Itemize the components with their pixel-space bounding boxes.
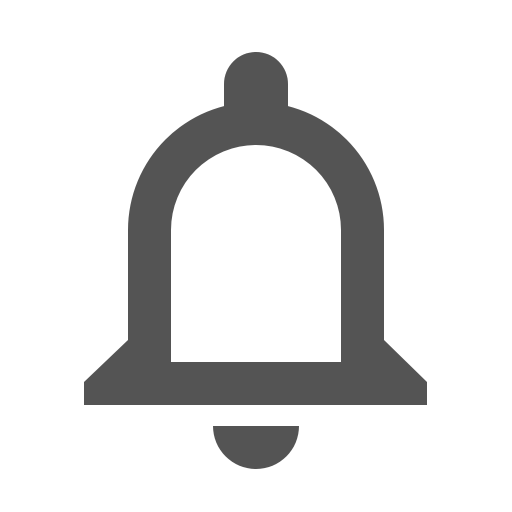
bell-body (84, 102, 427, 405)
bell-clapper (213, 426, 299, 469)
bell-icon (84, 52, 427, 469)
bell-knob (224, 52, 288, 110)
icon-canvas (0, 0, 512, 512)
